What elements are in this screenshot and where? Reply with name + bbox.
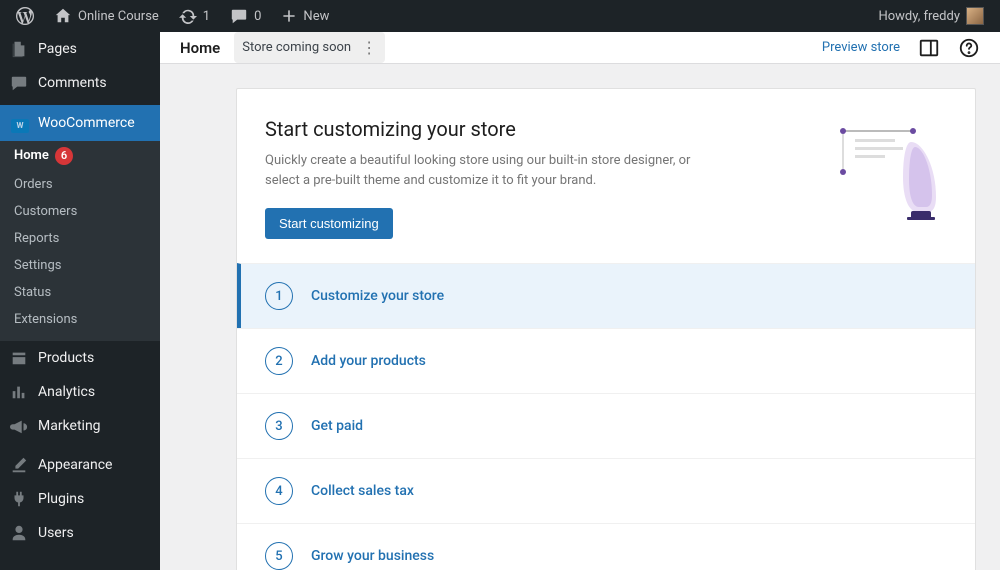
wp-logo[interactable] xyxy=(8,0,42,32)
comments-icon xyxy=(10,74,30,92)
preview-store-link[interactable]: Preview store xyxy=(822,40,900,55)
submenu-item-label: Settings xyxy=(14,258,61,273)
task-number: 3 xyxy=(265,412,293,440)
sidebar-item-label: Products xyxy=(38,350,94,366)
woocommerce-icon: W xyxy=(10,113,30,133)
my-account-link[interactable]: Howdy, freddy xyxy=(870,0,988,32)
site-name-link[interactable]: Online Course xyxy=(46,0,167,32)
howdy-label: Howdy, freddy xyxy=(878,9,960,24)
submenu-item-orders[interactable]: Orders xyxy=(0,171,160,198)
sidebar-item-woocommerce[interactable]: W WooCommerce xyxy=(0,105,160,141)
sidebar-item-label: Pages xyxy=(38,41,77,57)
task-label: Collect sales tax xyxy=(311,483,414,499)
plugins-icon xyxy=(10,490,30,508)
task-number: 4 xyxy=(265,477,293,505)
analytics-icon xyxy=(10,383,30,401)
sidebar-item-pages[interactable]: Pages xyxy=(0,32,160,66)
sidebar-item-label: Comments xyxy=(38,75,107,91)
sidebar-item-users[interactable]: Users xyxy=(0,516,160,550)
new-content-link[interactable]: New xyxy=(273,0,337,32)
submenu-item-label: Orders xyxy=(14,177,53,192)
marketing-icon xyxy=(10,417,30,435)
admin-bar: Online Course 1 0 New Howdy, freddy xyxy=(0,0,1000,32)
task-row[interactable]: 1 Customize your store xyxy=(237,263,975,328)
wordpress-icon xyxy=(16,7,34,25)
users-icon xyxy=(10,524,30,542)
task-row[interactable]: 2 Add your products xyxy=(237,328,975,393)
sidebar-item-label: Plugins xyxy=(38,491,84,507)
sidebar-item-appearance[interactable]: Appearance xyxy=(0,448,160,482)
updates-link[interactable]: 1 xyxy=(171,0,218,32)
submenu-item-home[interactable]: Home 6 xyxy=(0,141,160,171)
submenu-item-reports[interactable]: Reports xyxy=(0,225,160,252)
sidebar-item-products[interactable]: Products xyxy=(0,341,160,375)
new-label: New xyxy=(303,9,329,24)
sidebar-item-plugins[interactable]: Plugins xyxy=(0,482,160,516)
task-number: 5 xyxy=(265,542,293,570)
products-icon xyxy=(10,349,30,367)
site-name-label: Online Course xyxy=(78,9,159,24)
page-title: Home xyxy=(180,39,220,57)
sidebar-item-label: WooCommerce xyxy=(38,115,135,131)
sidebar-item-comments[interactable]: Comments xyxy=(0,66,160,100)
more-icon: ⋮ xyxy=(357,38,377,57)
plus-icon xyxy=(281,8,297,24)
appearance-icon xyxy=(10,456,30,474)
task-number: 2 xyxy=(265,347,293,375)
sidebar-item-analytics[interactable]: Analytics xyxy=(0,375,160,409)
setup-card: Start customizing your store Quickly cre… xyxy=(236,88,976,570)
comments-count: 0 xyxy=(254,9,261,24)
comment-icon xyxy=(230,7,248,25)
home-icon xyxy=(54,7,72,25)
card-title: Start customizing your store xyxy=(265,117,809,141)
task-label: Customize your store xyxy=(311,288,444,304)
notification-badge: 6 xyxy=(55,147,73,165)
submenu-item-label: Extensions xyxy=(14,312,77,327)
sidebar-item-marketing[interactable]: Marketing xyxy=(0,409,160,443)
submenu-item-status[interactable]: Status xyxy=(0,279,160,306)
header-bar: Home Store coming soon ⋮ Preview store xyxy=(160,32,1000,64)
store-status-pill[interactable]: Store coming soon ⋮ xyxy=(234,32,385,63)
task-label: Get paid xyxy=(311,418,363,434)
submenu-item-label: Home xyxy=(14,148,49,163)
activity-panel-icon[interactable] xyxy=(918,37,940,59)
sidebar-item-label: Users xyxy=(38,525,74,541)
submenu-item-customers[interactable]: Customers xyxy=(0,198,160,225)
update-icon xyxy=(179,7,197,25)
help-icon[interactable] xyxy=(958,37,980,59)
pages-icon xyxy=(10,40,30,58)
start-customizing-button[interactable]: Start customizing xyxy=(265,208,393,239)
task-number: 1 xyxy=(265,282,293,310)
submenu-item-extensions[interactable]: Extensions xyxy=(0,306,160,333)
pill-label: Store coming soon xyxy=(242,40,351,55)
admin-sidebar: Pages Comments W WooCommerce Home 6 Orde… xyxy=(0,32,160,570)
task-label: Add your products xyxy=(311,353,426,369)
submenu-item-label: Status xyxy=(14,285,51,300)
sidebar-item-label: Appearance xyxy=(38,457,112,473)
comments-link[interactable]: 0 xyxy=(222,0,269,32)
avatar-icon xyxy=(966,7,984,25)
submenu-item-label: Reports xyxy=(14,231,59,246)
task-row[interactable]: 3 Get paid xyxy=(237,393,975,458)
main-content: Home Store coming soon ⋮ Preview store S xyxy=(160,32,1000,570)
card-description: Quickly create a beautiful looking store… xyxy=(265,151,725,190)
submenu-item-label: Customers xyxy=(14,204,77,219)
task-row[interactable]: 4 Collect sales tax xyxy=(237,458,975,523)
card-illustration xyxy=(833,117,943,227)
task-row[interactable]: 5 Grow your business xyxy=(237,523,975,570)
updates-count: 1 xyxy=(203,9,210,24)
task-label: Grow your business xyxy=(311,548,434,564)
sidebar-item-label: Marketing xyxy=(38,418,101,434)
woocommerce-submenu: Home 6 Orders Customers Reports Settings… xyxy=(0,141,160,341)
sidebar-item-label: Analytics xyxy=(38,384,95,400)
submenu-item-settings[interactable]: Settings xyxy=(0,252,160,279)
